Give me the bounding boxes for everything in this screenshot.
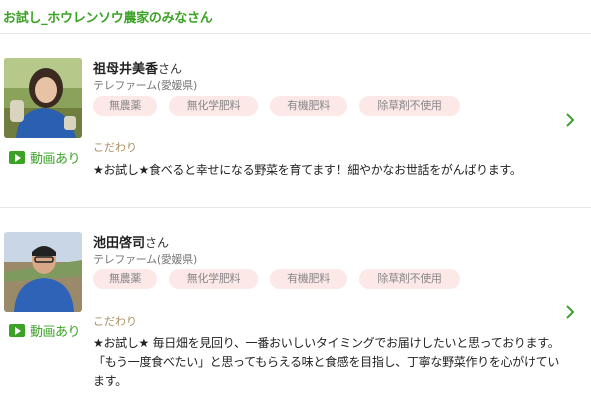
chevron-right-icon[interactable] [563,305,577,319]
tag-list: 無農薬 無化学肥料 有機肥料 除草剤不使用 [93,269,472,289]
farmer-description: ★お試し★ 毎日畑を見回り、一番おいしいタイミングでお届けしたいと思っております… [93,336,560,388]
tag: 無農薬 [93,269,157,289]
name-suffix: さん [145,236,170,250]
name-suffix: さん [158,62,183,76]
farmer-card[interactable]: 動画あり 池田啓司さん テレファーム(愛媛県) 無農薬 無化学肥料 有機肥料 除… [0,174,591,388]
farmer-name[interactable]: 祖母井美香 [93,62,158,77]
tag: 除草剤不使用 [359,269,460,289]
farmer-card[interactable]: 動画あり 祖母井美香さん テレファーム(愛媛県) 無農薬 無化学肥料 有機肥料 … [0,0,591,200]
farmer-photo[interactable] [4,58,82,138]
tag: 無農薬 [93,96,157,116]
tag: 無化学肥料 [169,96,258,116]
kodawari-label: こだわり [93,141,137,154]
tag: 有機肥料 [270,96,347,116]
farmer-name-line[interactable]: 池田啓司さん [93,232,169,251]
farm-name: テレファーム(愛媛県) [93,253,197,266]
farmer-photo[interactable] [4,232,82,312]
farmer-name[interactable]: 池田啓司 [93,236,145,251]
tag: 有機肥料 [270,269,347,289]
tag-list: 無農薬 無化学肥料 有機肥料 除草剤不使用 [93,96,472,116]
farmer-name-line[interactable]: 祖母井美香さん [93,58,182,77]
video-label: 動画あり [30,152,81,167]
chevron-right-icon[interactable] [563,113,577,127]
video-label: 動画あり [30,325,81,340]
farm-name: テレファーム(愛媛県) [93,79,197,92]
video-badge[interactable]: 動画あり [9,321,81,340]
play-icon [9,324,25,337]
kodawari-label: こだわり [93,315,137,328]
tag: 除草剤不使用 [359,96,460,116]
play-icon [9,151,25,164]
video-badge[interactable]: 動画あり [9,148,81,167]
tag: 無化学肥料 [169,269,258,289]
